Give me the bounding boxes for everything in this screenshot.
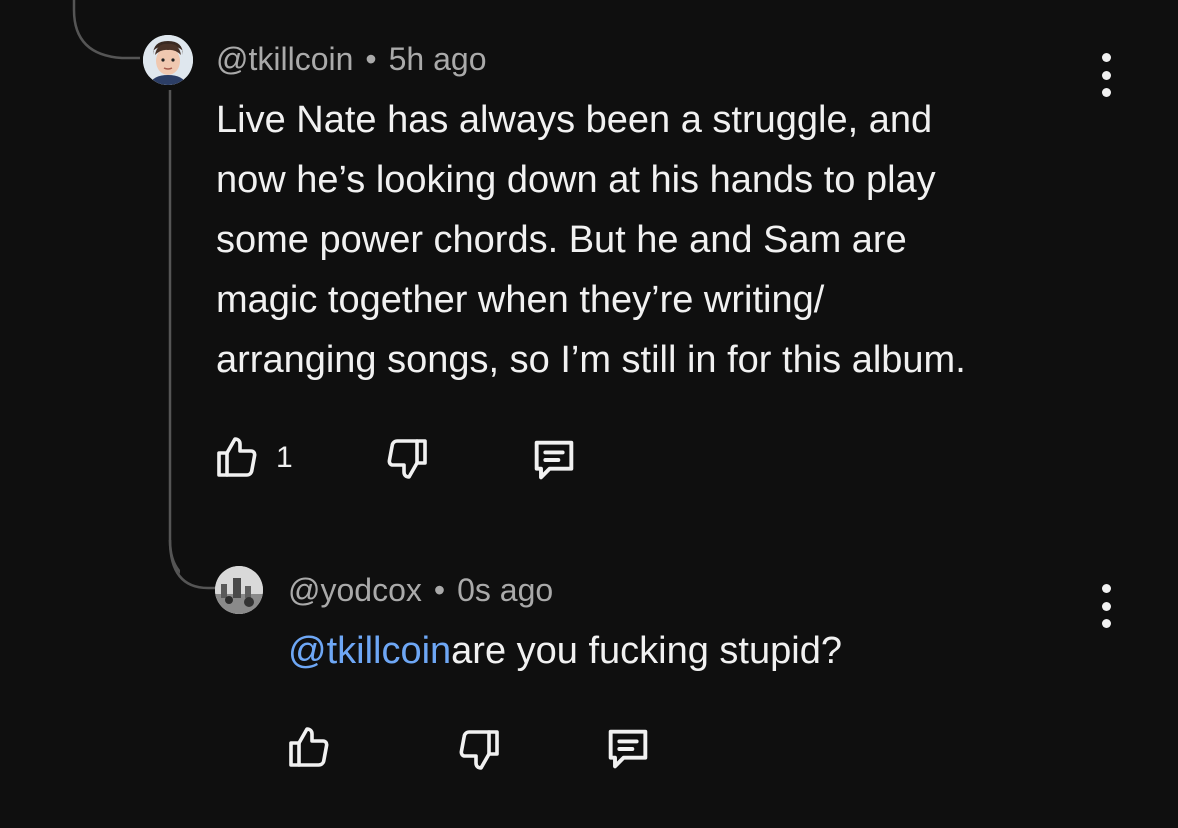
reply-button[interactable] bbox=[527, 433, 581, 487]
reply-more-button[interactable] bbox=[1096, 584, 1116, 628]
comment-more-button[interactable] bbox=[1096, 53, 1116, 97]
reply-dislike-button[interactable] bbox=[454, 725, 504, 775]
thumbs-up-icon bbox=[289, 727, 329, 767]
comment-line: some power chords. But he and Sam are bbox=[216, 219, 907, 261]
comment-author[interactable]: @tkillcoin bbox=[216, 41, 353, 77]
reply-comment-icon bbox=[534, 440, 574, 480]
reply-timestamp[interactable]: 0s ago bbox=[457, 572, 553, 608]
reply-avatar[interactable] bbox=[215, 566, 263, 614]
reply-mention-link[interactable]: @tkillcoin bbox=[288, 630, 451, 672]
meta-separator: • bbox=[365, 41, 377, 77]
thumbs-down-icon bbox=[459, 730, 499, 770]
like-count: 1 bbox=[276, 441, 293, 474]
avatar-photo-icon bbox=[215, 566, 263, 614]
comment-line: arranging songs, so I’m still in for thi… bbox=[216, 339, 966, 381]
avatar[interactable] bbox=[143, 35, 193, 85]
comment-line: magic together when they’re writing/ bbox=[216, 279, 825, 321]
dislike-button[interactable] bbox=[382, 434, 432, 484]
reply-text: @tkillcoinare you fucking stupid? bbox=[288, 621, 842, 681]
reply-comment-icon bbox=[608, 729, 648, 769]
thread-connector-top bbox=[72, 0, 140, 60]
thread-line-vertical bbox=[168, 90, 180, 574]
comment-meta: @tkillcoin • 5h ago bbox=[216, 43, 486, 75]
reply-like-button[interactable] bbox=[284, 722, 334, 772]
reply-body: are you fucking stupid? bbox=[451, 630, 842, 672]
comment-line: Live Nate has always been a struggle, an… bbox=[216, 99, 933, 141]
reply-meta: @yodcox • 0s ago bbox=[288, 574, 553, 606]
avatar-face-icon bbox=[143, 35, 193, 85]
comment-timestamp[interactable]: 5h ago bbox=[389, 41, 487, 77]
like-button[interactable] bbox=[212, 432, 262, 482]
thumbs-down-icon bbox=[387, 439, 427, 479]
reply-reply-button[interactable] bbox=[601, 722, 655, 776]
reply-author[interactable]: @yodcox bbox=[288, 572, 422, 608]
thumbs-up-icon bbox=[217, 437, 257, 477]
comment-line: now he’s looking down at his hands to pl… bbox=[216, 159, 936, 201]
meta-separator: • bbox=[433, 572, 446, 608]
comment-text: Live Nate has always been a struggle, an… bbox=[216, 90, 966, 390]
